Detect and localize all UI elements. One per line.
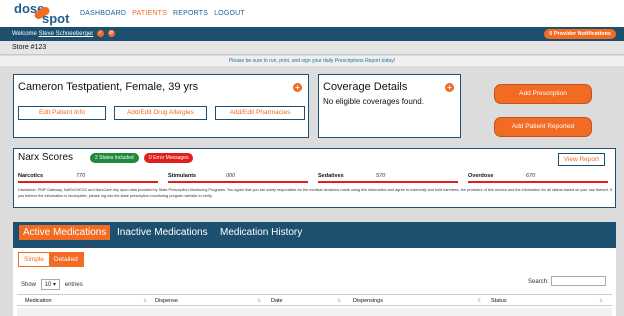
sort-icon[interactable]: ⇅: [143, 298, 147, 304]
view-toggle: Simple Detailed: [18, 252, 84, 267]
medication-tabs: Active Medications Inactive Medications …: [13, 222, 616, 248]
score-name: Sedatives: [318, 173, 344, 179]
edit-pharmacies-button[interactable]: Add/Edit Pharmacies: [215, 106, 305, 120]
show-label: Show: [21, 282, 37, 288]
view-report-button[interactable]: View Report: [557, 153, 605, 166]
col-dispense[interactable]: Dispense: [155, 298, 178, 304]
store-bar: Store #123: [0, 41, 624, 55]
dosespot-logo[interactable]: dose spot: [14, 1, 74, 26]
notice-bar: Please be sure to run, print, and sign y…: [0, 56, 624, 66]
store-label: Store #123: [12, 44, 47, 51]
col-medication[interactable]: Medication: [25, 298, 52, 304]
score-bar: [168, 181, 308, 183]
col-dispensings[interactable]: Dispensings: [353, 298, 383, 304]
nav-patients[interactable]: PATIENTS: [132, 10, 167, 17]
tab-inactive-medications[interactable]: Inactive Medications: [117, 227, 208, 238]
expand-coverage-icon[interactable]: +: [445, 83, 454, 92]
sort-icon[interactable]: ⇅: [337, 298, 341, 304]
narx-panel: Narx Scores 2 States Included 0 Error Me…: [13, 148, 616, 208]
tab-medication-history[interactable]: Medication History: [220, 227, 302, 238]
welcome-prefix: Welcome: [12, 31, 37, 38]
narx-title: Narx Scores: [18, 152, 74, 163]
sort-icon[interactable]: ⇅: [257, 298, 261, 304]
nav-logout[interactable]: LOGOUT: [214, 10, 245, 17]
patient-title: Cameron Testpatient, Female, 39 yrs: [18, 81, 199, 93]
score-value: 670: [526, 173, 536, 179]
entries-select[interactable]: 10 ▾: [40, 279, 61, 290]
detailed-view-button[interactable]: Detailed: [48, 253, 83, 266]
states-included-badge[interactable]: 2 States Included: [90, 153, 139, 163]
score-bar: [318, 181, 458, 183]
table-row: [17, 308, 612, 316]
sort-icon[interactable]: ⇅: [477, 298, 481, 304]
provider-notifications-button[interactable]: 0 Provider Notifications: [544, 29, 616, 39]
edit-drug-allergies-button[interactable]: Add/Edit Drug Allergies: [114, 106, 207, 120]
add-patient-reported-button[interactable]: Add Patient Reported: [494, 117, 592, 137]
coverage-panel: Coverage Details + No eligible coverages…: [318, 74, 461, 138]
simple-view-button[interactable]: Simple: [19, 253, 49, 266]
search-input[interactable]: [551, 276, 606, 286]
score-name: Overdose: [468, 173, 494, 179]
col-date[interactable]: Date: [271, 298, 283, 304]
score-bar: [468, 181, 608, 183]
main-nav: DASHBOARD PATIENTS REPORTS LOGOUT: [80, 10, 245, 17]
nav-reports[interactable]: REPORTS: [173, 10, 208, 17]
score-name: Stimulants: [168, 173, 197, 179]
score-value: 000: [226, 173, 236, 179]
coverage-title: Coverage Details: [323, 81, 408, 93]
top-bar: dose spot DASHBOARD PATIENTS REPORTS LOG…: [0, 0, 624, 27]
medications-table-header: Medication ⇅ Dispense ⇅ Date ⇅ Dispensin…: [17, 294, 612, 306]
prescriptions-report-notice[interactable]: Please be sure to run, print, and sign y…: [0, 56, 624, 64]
welcome-bar: Welcome Steve Schneeberger ✓ ⚙ 0 Provide…: [0, 27, 624, 41]
search-label: Search:: [528, 279, 549, 285]
coverage-status-text: No eligible coverages found.: [323, 97, 424, 106]
sort-icon[interactable]: ⇅: [599, 298, 603, 304]
entries-control: Show 10 ▾ entries: [21, 279, 83, 290]
entries-label: entries: [64, 282, 83, 288]
user-link[interactable]: Steve Schneeberger: [39, 31, 94, 37]
score-value: 570: [376, 173, 386, 179]
col-status[interactable]: Status: [491, 298, 507, 304]
logo-text-spot: spot: [42, 11, 70, 26]
medications-panel: Active Medications Inactive Medications …: [13, 222, 616, 316]
expand-patient-icon[interactable]: +: [293, 83, 302, 92]
tab-active-medications[interactable]: Active Medications: [19, 225, 111, 240]
welcome-text: Welcome Steve Schneeberger ✓ ⚙: [12, 30, 115, 37]
entries-value: 10: [44, 282, 52, 288]
error-messages-badge[interactable]: 0 Error Messages: [144, 153, 194, 163]
add-prescription-button[interactable]: Add Prescription: [494, 84, 592, 104]
nav-dashboard[interactable]: DASHBOARD: [80, 10, 126, 17]
settings-icon[interactable]: ⚙: [107, 30, 115, 37]
patient-panel: Cameron Testpatient, Female, 39 yrs + Ed…: [13, 74, 309, 138]
score-value: 770: [76, 173, 86, 179]
shield-check-icon[interactable]: ✓: [96, 30, 104, 37]
score-name: Narcotics: [18, 173, 44, 179]
edit-patient-info-button[interactable]: Edit Patient Info: [18, 106, 106, 120]
score-bar: [18, 181, 158, 183]
pmp-disclaimer: Disclaimer: PMP Gateway, NARxCHECK and N…: [18, 188, 612, 198]
